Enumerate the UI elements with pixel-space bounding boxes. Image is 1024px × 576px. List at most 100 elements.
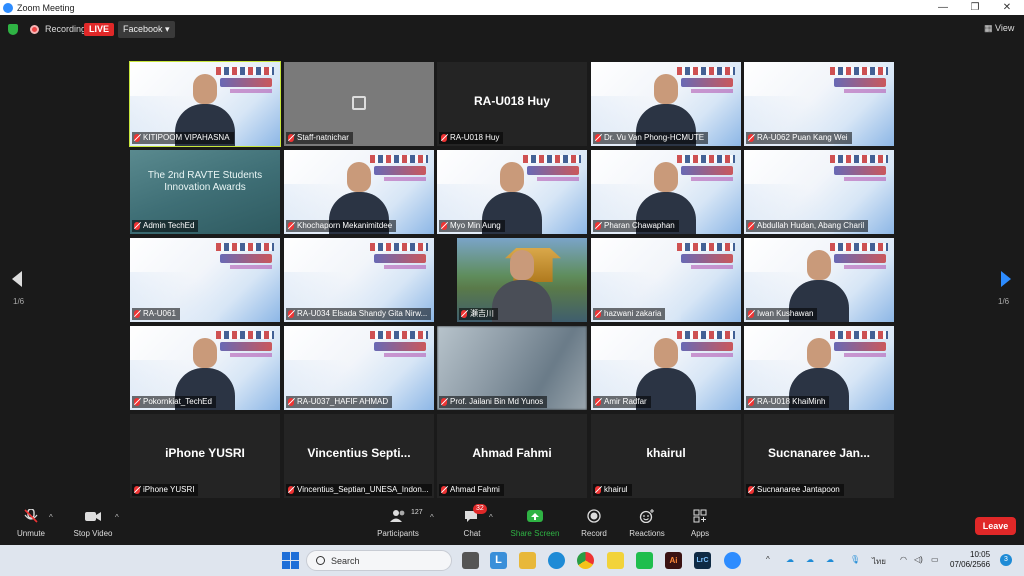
participants-caret-icon[interactable]: ^ — [430, 513, 434, 522]
participants-button[interactable]: 127 Participants — [374, 509, 423, 538]
close-icon[interactable]: ✕ — [992, 0, 1022, 15]
minimize-icon[interactable]: — — [928, 0, 958, 15]
share-screen-button[interactable]: Share Screen — [508, 509, 562, 538]
muted-microphone-icon — [441, 486, 447, 494]
participant-tile[interactable]: The 2nd RAVTE Students Innovation Awards… — [130, 150, 280, 234]
participants-count: 127 — [411, 509, 423, 516]
next-page-arrow-icon[interactable] — [1001, 271, 1011, 287]
participant-tile[interactable]: Dr. Vu Van Phong-HCMUTE — [591, 62, 741, 146]
chat-caret-icon[interactable]: ^ — [489, 513, 493, 522]
onedrive-business-icon[interactable]: ☁ — [806, 555, 814, 564]
zoom-taskbar-icon[interactable] — [724, 552, 741, 569]
sponsor-logos — [216, 67, 274, 75]
participant-tile[interactable]: Amir Radfar — [591, 326, 741, 410]
participant-name-tag: Khochaporn Mekanimitdee — [286, 220, 397, 232]
reactions-button[interactable]: Reactions — [628, 509, 666, 538]
apps-button[interactable]: Apps — [688, 509, 712, 538]
window-title: Zoom Meeting — [17, 2, 75, 13]
recording-icon[interactable] — [30, 25, 39, 34]
participant-tile[interactable]: RA-U034 Elsada Shandy Gita Nirw... — [284, 238, 434, 322]
participant-tile[interactable]: Sucnanaree Jan... Sucnanaree Jantapoon — [744, 414, 894, 498]
chat-unread-badge: 32 — [473, 504, 487, 514]
apps-label: Apps — [690, 529, 710, 538]
participant-tile[interactable]: Pokornkiat_TechEd — [130, 326, 280, 410]
muted-microphone-icon — [441, 398, 447, 406]
microphone-tray-icon[interactable]: 🎙 — [850, 555, 860, 564]
event-banner — [681, 342, 733, 351]
participant-tile[interactable]: RA-U018 Huy RA-U018 Huy — [437, 62, 587, 146]
show-hidden-icons-icon[interactable]: ^ — [766, 555, 770, 564]
participant-tile[interactable]: hazwani zakaria — [591, 238, 741, 322]
grid-icon: ▦ — [984, 23, 993, 33]
input-language[interactable]: ไทย — [872, 555, 886, 568]
lightroom-icon[interactable]: LrC — [694, 552, 711, 569]
security-shield-icon[interactable] — [8, 24, 18, 35]
participant-tile[interactable]: Khochaporn Mekanimitdee — [284, 150, 434, 234]
task-view-icon[interactable] — [462, 552, 479, 569]
participant-tile[interactable]: 瀬吉川 — [457, 238, 587, 322]
windows-start-icon[interactable] — [282, 552, 299, 569]
unmute-button[interactable]: Unmute — [14, 508, 48, 538]
stop-video-button[interactable]: Stop Video — [70, 509, 116, 538]
participant-tile[interactable]: RA-U061 — [130, 238, 280, 322]
chat-button[interactable]: 32 Chat — [458, 504, 487, 538]
participant-tile[interactable]: KITIPOOM VIPAHASNA — [129, 61, 281, 147]
participant-tile[interactable]: Ahmad Fahmi Ahmad Fahmi — [437, 414, 587, 498]
participant-display-name: Sucnanaree Jan... — [767, 446, 871, 460]
view-button[interactable]: ▦ View — [984, 23, 1014, 34]
video-options-caret-icon[interactable]: ^ — [115, 513, 119, 522]
battery-icon[interactable]: ▭ — [931, 555, 939, 564]
event-banner — [220, 254, 272, 263]
participant-name: RA-U018 Huy — [450, 133, 500, 142]
page-indicator-left: 1/6 — [13, 297, 25, 306]
notification-count-badge[interactable]: 3 — [1000, 554, 1012, 566]
previous-page-arrow-icon[interactable] — [12, 271, 22, 287]
participant-tile[interactable]: Myo Min Aung — [437, 150, 587, 234]
participant-tile[interactable]: Pharan Chawaphan — [591, 150, 741, 234]
gallery-grid: KITIPOOM VIPAHASNA Staff-natnichar RA-U018… — [129, 61, 894, 499]
maximize-icon[interactable]: ❐ — [960, 0, 990, 15]
camera-off-icon — [352, 96, 366, 110]
participant-tile[interactable]: RA-U018 KhaiMinh — [744, 326, 894, 410]
muted-microphone-icon — [134, 222, 140, 230]
event-banner — [681, 166, 733, 175]
sticky-notes-icon[interactable] — [607, 552, 624, 569]
sponsor-logos — [370, 243, 428, 251]
participant-tile[interactable]: khairul khairul — [591, 414, 741, 498]
live-badge[interactable]: LIVE — [84, 23, 115, 36]
record-button[interactable]: Record — [578, 509, 610, 538]
recording-label[interactable]: Recording — [45, 24, 86, 34]
wifi-icon[interactable]: ◠ — [900, 555, 907, 564]
participant-tile[interactable]: RA-U062 Puan Kang Wei — [744, 62, 894, 146]
edge-browser-icon[interactable] — [548, 552, 565, 569]
smiley-plus-icon — [638, 509, 656, 524]
muted-microphone-icon — [288, 310, 294, 318]
participant-tile[interactable]: Abdullah Hudan, Abang Charil — [744, 150, 894, 234]
participant-display-name: RA-U018 Huy — [473, 94, 551, 108]
leave-button[interactable]: Leave — [975, 517, 1016, 535]
cloud-sync-icon[interactable]: ☁ — [826, 555, 834, 564]
onedrive-icon[interactable]: ☁ — [786, 555, 794, 564]
stream-target-dropdown[interactable]: Facebook ▾ — [118, 21, 175, 38]
participant-name-tag: Staff-natnichar — [286, 132, 353, 144]
audio-options-caret-icon[interactable]: ^ — [49, 513, 53, 522]
participant-tile[interactable]: Prof. Jailani Bin Md Yunos — [437, 326, 587, 410]
sponsor-logos — [677, 331, 735, 339]
participant-name: Myo Min Aung — [450, 221, 501, 230]
taskbar-search-box[interactable]: Search — [306, 550, 452, 571]
participant-tile[interactable]: Staff-natnichar — [284, 62, 434, 146]
participant-tile[interactable]: iPhone YUSRI iPhone YUSRI — [130, 414, 280, 498]
participant-tile[interactable]: Iwan Kushawan — [744, 238, 894, 322]
participant-tile[interactable]: RA-U037_HAFIF AHMAD — [284, 326, 434, 410]
participant-name: Dr. Vu Van Phong-HCMUTE — [604, 133, 705, 142]
meeting-status-bar: Recording LIVE Facebook ▾ ▦ View — [0, 15, 1024, 45]
participant-tile[interactable]: Vincentius Septi... Vincentius_Septian_UN… — [284, 414, 434, 498]
volume-icon[interactable]: ◁) — [914, 555, 923, 564]
taskbar-clock[interactable]: 10:05 07/06/2566 — [950, 550, 990, 570]
muted-microphone-icon — [288, 486, 294, 494]
line-app-icon[interactable] — [636, 552, 653, 569]
file-explorer-icon[interactable] — [519, 552, 536, 569]
app-l-icon[interactable]: L — [490, 552, 507, 569]
illustrator-icon[interactable]: Ai — [665, 552, 682, 569]
chrome-browser-icon[interactable] — [577, 552, 594, 569]
